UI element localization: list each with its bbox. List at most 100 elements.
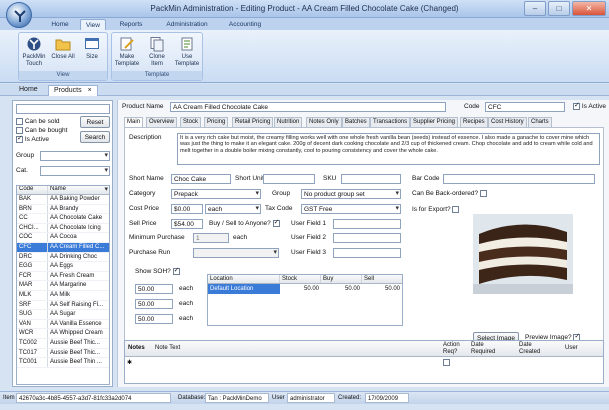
product-list-item[interactable]: MAR AA Margarine <box>17 281 109 291</box>
ribbon-tab-home[interactable]: Home <box>46 19 74 30</box>
sell-value-cell[interactable]: 50.00 <box>362 284 402 294</box>
product-list-item[interactable]: BAK AA Baking Powder <box>17 195 109 205</box>
user-field-2-input[interactable] <box>333 233 401 243</box>
close-tab-icon[interactable]: × <box>88 87 92 94</box>
min-purchase-input[interactable]: 1 <box>193 233 229 243</box>
buy-value-cell[interactable]: 50.00 <box>321 284 362 294</box>
action-req-checkbox[interactable] <box>443 359 450 366</box>
sku-input[interactable] <box>341 174 401 184</box>
code-input[interactable]: CFC <box>485 102 565 112</box>
can-backorder-field[interactable]: Can Be Back-ordered? <box>412 190 487 197</box>
tab-pricing[interactable]: Pricing <box>204 117 229 127</box>
ribbon-tab-reports[interactable]: Reports <box>114 19 148 30</box>
soh-value-1[interactable]: 50.00 <box>135 284 173 294</box>
search-button[interactable]: Search <box>80 131 110 143</box>
doc-tab-products[interactable]: Products × <box>48 85 98 96</box>
buy-column-header[interactable]: Buy <box>321 275 362 283</box>
product-list-item[interactable]: MLK AA Milk <box>17 290 109 301</box>
ribbon-tab-administration[interactable]: Administration <box>158 19 216 30</box>
action-req-column-header[interactable]: Action Req? <box>443 342 465 355</box>
stock-grid-row[interactable]: Default Location 50.00 50.00 50.00 <box>208 284 402 294</box>
can-be-sold-filter[interactable]: Can be sold <box>16 118 60 125</box>
buy-sell-anyone-field[interactable]: Buy / Sell to Anyone? <box>209 218 280 227</box>
make-template-button[interactable]: Make Template <box>114 36 140 67</box>
is-active-filter[interactable]: Is Active <box>16 134 49 143</box>
use-template-button[interactable]: Use Template <box>174 36 200 67</box>
maximize-button[interactable]: □ <box>548 1 570 16</box>
short-name-input[interactable]: Choc Cake <box>171 174 231 184</box>
category-filter-select[interactable] <box>40 166 110 176</box>
tab-supplier-pricing[interactable]: Supplier Pricing <box>410 117 459 127</box>
date-created-column-header[interactable]: Date Created <box>519 342 549 355</box>
product-list-item[interactable]: BRN AA Brandy <box>17 204 109 215</box>
tab-cost-history[interactable]: Cost History <box>488 117 527 127</box>
user-field-1-input[interactable] <box>333 219 401 229</box>
product-list-item[interactable]: EGG AA Eggs <box>17 262 109 272</box>
is-export-checkbox[interactable] <box>452 206 460 213</box>
is-active-product-checkbox[interactable] <box>573 101 580 110</box>
tab-nutrition[interactable]: Nutrition <box>274 117 303 127</box>
doc-tab-home[interactable]: Home <box>14 85 43 96</box>
user-column-header[interactable]: User <box>565 345 578 351</box>
date-required-column-header[interactable]: Date Required <box>471 342 501 355</box>
bar-code-input[interactable] <box>443 174 595 184</box>
product-list-item[interactable]: CHCI... AA Chocolate Icing <box>17 223 109 234</box>
clone-item-button[interactable]: Clone Item <box>144 36 170 67</box>
group-filter-select[interactable] <box>40 151 110 161</box>
note-text-column-header[interactable]: Note Text <box>155 345 180 351</box>
tab-stock[interactable]: Stock <box>180 117 202 127</box>
soh-value-2[interactable]: 50.00 <box>135 299 173 309</box>
tab-overview[interactable]: Overview <box>146 117 178 127</box>
ribbon-tab-accounting[interactable]: Accounting <box>222 19 268 30</box>
location-column-header[interactable]: Location <box>208 275 280 283</box>
group-select[interactable]: No product group set <box>301 189 401 199</box>
product-list-item[interactable]: DRC AA Drinking Choc <box>17 252 109 263</box>
cost-price-input[interactable]: $0.00 <box>171 204 203 214</box>
name-column-header[interactable]: Name <box>48 186 109 194</box>
short-unit-input[interactable] <box>263 174 315 184</box>
code-column-header[interactable]: Code <box>17 186 48 194</box>
minimize-button[interactable]: – <box>524 1 546 16</box>
show-soh-checkbox[interactable] <box>172 266 180 275</box>
show-soh-field[interactable]: Show SOH? <box>135 266 180 275</box>
soh-value-3[interactable]: 50.00 <box>135 314 173 324</box>
stock-value-cell[interactable]: 50.00 <box>280 284 321 294</box>
search-text-input[interactable] <box>16 104 110 114</box>
tab-retail-pricing[interactable]: Retail Pricing <box>232 117 274 127</box>
product-list-item[interactable]: FCR AA Fresh Cream <box>17 271 109 282</box>
size-button[interactable]: Size <box>79 36 105 61</box>
stock-location-cell[interactable]: Default Location <box>208 284 280 294</box>
product-list-item[interactable]: SRF AA Self Raising Fl... <box>17 300 109 311</box>
product-list-item[interactable]: SUG AA Sugar <box>17 310 109 320</box>
tab-notes-only[interactable]: Notes Only <box>306 117 342 127</box>
purchase-run-select[interactable] <box>193 248 279 258</box>
stock-column-header[interactable]: Stock <box>280 275 321 283</box>
close-all-button[interactable]: Close All <box>50 36 76 61</box>
product-list-item[interactable]: CC AA Chocolate Cake <box>17 214 109 224</box>
sell-column-header[interactable]: Sell <box>362 275 402 283</box>
product-list-item[interactable]: COC AA Cocoa <box>17 233 109 243</box>
is-active-toggle[interactable]: Is Active <box>573 101 606 110</box>
is-export-field[interactable]: Is for Export? <box>412 206 460 213</box>
buy-sell-anyone-checkbox[interactable] <box>272 218 280 227</box>
product-list-item[interactable]: WCR AA Whipped Cream <box>17 329 109 339</box>
description-textarea[interactable]: It is a very rich cake but moist, the cr… <box>177 133 600 165</box>
tab-charts[interactable]: Charts <box>528 117 552 127</box>
close-window-button[interactable]: ✕ <box>572 1 606 16</box>
product-list-item[interactable]: TC001 Aussie Beef Thin ... <box>17 358 109 368</box>
product-list-item[interactable]: CFC AA Cream Filled C... <box>17 242 109 253</box>
tab-transactions[interactable]: Transactions <box>370 117 411 127</box>
tax-code-select[interactable]: GST Free <box>301 204 401 214</box>
user-field-3-input[interactable] <box>333 248 401 258</box>
app-menu-orb[interactable] <box>6 2 32 28</box>
tab-recipes[interactable]: Recipes <box>460 117 488 127</box>
product-list-item[interactable]: VAN AA Vanilla Essence <box>17 319 109 330</box>
product-list-item[interactable]: TC017 Aussie Beef Thic... <box>17 348 109 359</box>
tab-batches[interactable]: Batches <box>342 117 370 127</box>
can-be-sold-checkbox[interactable] <box>16 118 23 125</box>
product-name-input[interactable]: AA Cream Filled Chocolate Cake <box>170 102 446 112</box>
cost-unit-select[interactable]: each <box>205 204 261 214</box>
can-backorder-checkbox[interactable] <box>479 190 487 197</box>
can-be-bought-checkbox[interactable] <box>16 127 23 134</box>
ribbon-tab-view[interactable]: View <box>80 19 106 30</box>
